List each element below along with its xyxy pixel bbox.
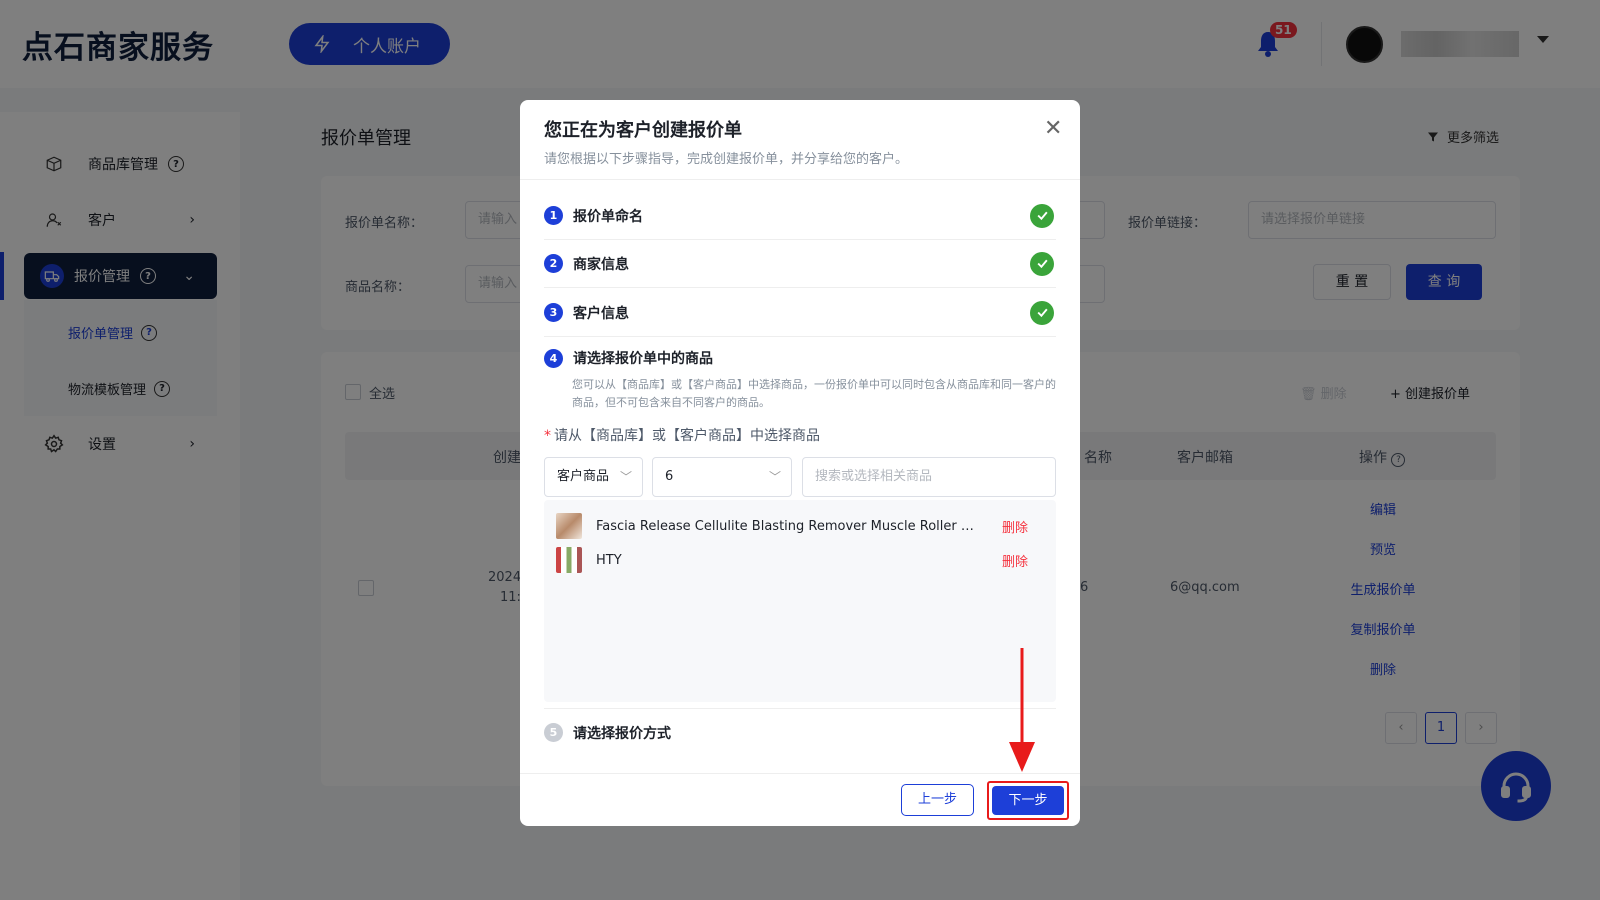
product-search-input[interactable]: 搜索或选择相关商品 (802, 457, 1056, 497)
source-select-value: 客户商品 (557, 469, 610, 484)
list-item: Fascia Release Cellulite Blasting Remove… (556, 512, 1044, 540)
source-select[interactable]: 客户商品 ﹀ (544, 457, 643, 497)
step-number: 1 (544, 206, 563, 225)
previous-step-button[interactable]: 上一步 (901, 784, 974, 816)
step-1[interactable]: 1 报价单命名 (544, 192, 1056, 240)
step-number: 3 (544, 303, 563, 322)
selected-product-list: Fascia Release Cellulite Blasting Remove… (544, 500, 1056, 702)
next-step-highlight: 下一步 (987, 781, 1069, 820)
step-5[interactable]: 5 请选择报价方式 (544, 708, 1056, 756)
step-label: 请选择报价方式 (573, 725, 671, 742)
chevron-down-icon: ﹀ (619, 470, 632, 484)
chevron-down-icon: ﹀ (768, 470, 781, 484)
modal-title: 您正在为客户创建报价单 (544, 120, 742, 141)
modal-footer-divider (520, 773, 1080, 774)
product-name: Fascia Release Cellulite Blasting Remove… (596, 518, 982, 534)
check-icon (1030, 203, 1054, 228)
step-2[interactable]: 2 商家信息 (544, 240, 1056, 288)
remove-product-button[interactable]: 删除 (1002, 551, 1028, 570)
required-mark: * (544, 428, 551, 444)
product-select-label-text: 请从【商品库】或【客户商品】中选择商品 (554, 428, 820, 444)
close-icon[interactable]: ✕ (1044, 118, 1062, 140)
step-number: 4 (544, 348, 563, 368)
step-4[interactable]: 4 请选择报价单中的商品 (544, 338, 1056, 378)
check-icon (1030, 300, 1054, 325)
customer-select[interactable]: 6 ﹀ (652, 457, 792, 497)
step-label: 请选择报价单中的商品 (573, 351, 713, 367)
step-4-description: 您可以从【商品库】或【客户商品】中选择商品，一份报价单中可以同时包含从商品库和同… (572, 378, 1056, 409)
step-number: 2 (544, 254, 563, 273)
product-select-label: * 请从【商品库】或【客户商品】中选择商品 (544, 425, 820, 445)
check-icon (1030, 251, 1054, 276)
remove-product-button[interactable]: 删除 (1002, 517, 1028, 536)
modal-divider (520, 179, 1080, 180)
step-label: 客户信息 (573, 305, 629, 322)
product-name: HTY (596, 552, 622, 568)
step-3[interactable]: 3 客户信息 (544, 289, 1056, 337)
product-thumbnail (556, 547, 582, 573)
list-item: HTY 删除 (556, 546, 1044, 574)
create-quote-modal: 您正在为客户创建报价单 请您根据以下步骤指导，完成创建报价单，并分享给您的客户。… (520, 100, 1080, 826)
annotation-arrow-icon (1009, 648, 1035, 772)
step-number: 5 (544, 723, 563, 742)
customer-select-value: 6 (665, 469, 674, 484)
next-step-button[interactable]: 下一步 (992, 786, 1064, 815)
product-thumbnail (556, 513, 582, 539)
modal-subtitle: 请您根据以下步骤指导，完成创建报价单，并分享给您的客户。 (544, 152, 909, 167)
step-label: 商家信息 (573, 256, 629, 273)
step-label: 报价单命名 (573, 208, 643, 225)
